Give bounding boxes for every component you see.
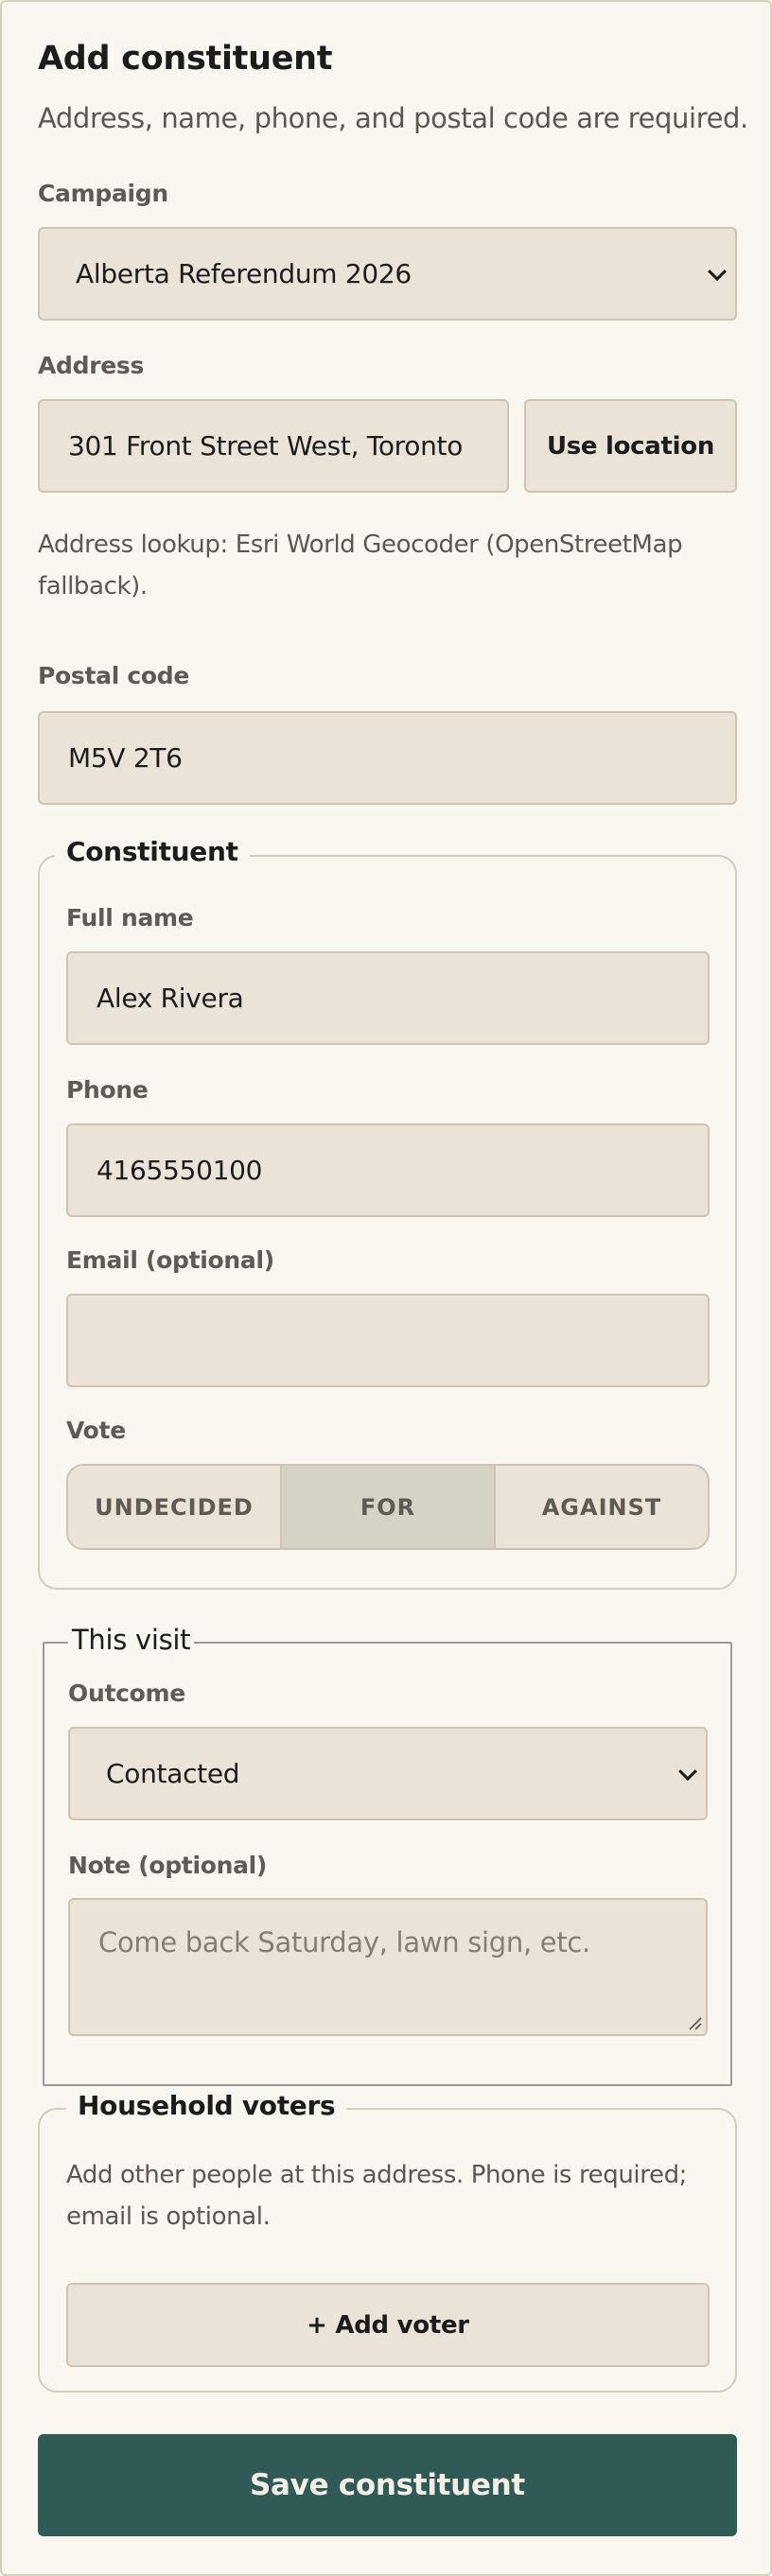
note-placeholder: Come back Saturday, lawn sign, etc.	[98, 1926, 590, 1958]
vote-option-undecided[interactable]: UNDECIDED	[68, 1466, 280, 1548]
resize-grip-icon[interactable]	[687, 2015, 702, 2030]
form-title: Add constituent	[38, 40, 333, 78]
campaign-selected-value: Alberta Referendum 2026	[76, 258, 412, 289]
phone-value: 4165550100	[96, 1155, 263, 1186]
campaign-select[interactable]: Alberta Referendum 2026	[38, 227, 737, 321]
phone-input[interactable]: 4165550100	[66, 1123, 710, 1217]
household-hint: Add other people at this address. Phone …	[66, 2161, 688, 2231]
note-label: Note (optional)	[68, 1852, 268, 1879]
household-legend: Household voters	[66, 2090, 347, 2121]
email-input[interactable]	[66, 1294, 710, 1387]
form-subtitle: Address, name, phone, and postal code ar…	[38, 102, 748, 134]
email-label: Email (optional)	[66, 1246, 274, 1274]
campaign-label: Campaign	[38, 180, 168, 207]
constituent-legend: Constituent	[55, 836, 250, 867]
full-name-input[interactable]: Alex Rivera	[66, 951, 710, 1045]
vote-option-against[interactable]: AGAINST	[494, 1466, 708, 1548]
full-name-label: Full name	[66, 904, 194, 931]
full-name-value: Alex Rivera	[96, 983, 244, 1014]
add-constituent-form: Add constituent Address, name, phone, an…	[0, 0, 772, 2576]
add-voter-button[interactable]: + Add voter	[66, 2283, 710, 2367]
outcome-label: Outcome	[68, 1680, 185, 1707]
postal-code-value: M5V 2T6	[68, 742, 183, 774]
address-lookup-hint: Address lookup: Esri World Geocoder (Ope…	[38, 531, 683, 600]
use-location-button[interactable]: Use location	[524, 399, 737, 493]
address-input[interactable]: 301 Front Street West, Toronto	[38, 399, 509, 493]
note-textarea[interactable]: Come back Saturday, lawn sign, etc.	[68, 1898, 708, 2036]
outcome-select[interactable]: Contacted	[68, 1727, 708, 1820]
visit-legend: This visit	[68, 1624, 195, 1656]
phone-label: Phone	[66, 1076, 149, 1104]
postal-code-label: Postal code	[38, 662, 190, 689]
save-constituent-button[interactable]: Save constituent	[38, 2434, 737, 2536]
outcome-selected-value: Contacted	[106, 1758, 240, 1789]
postal-code-input[interactable]: M5V 2T6	[38, 711, 737, 805]
vote-label: Vote	[66, 1417, 126, 1444]
vote-segmented-control: UNDECIDED FOR AGAINST	[66, 1464, 710, 1550]
chevron-down-icon	[708, 261, 727, 281]
vote-option-for[interactable]: FOR	[280, 1466, 494, 1548]
address-value: 301 Front Street West, Toronto	[68, 430, 464, 461]
chevron-down-icon	[678, 1761, 697, 1781]
address-label: Address	[38, 352, 145, 379]
